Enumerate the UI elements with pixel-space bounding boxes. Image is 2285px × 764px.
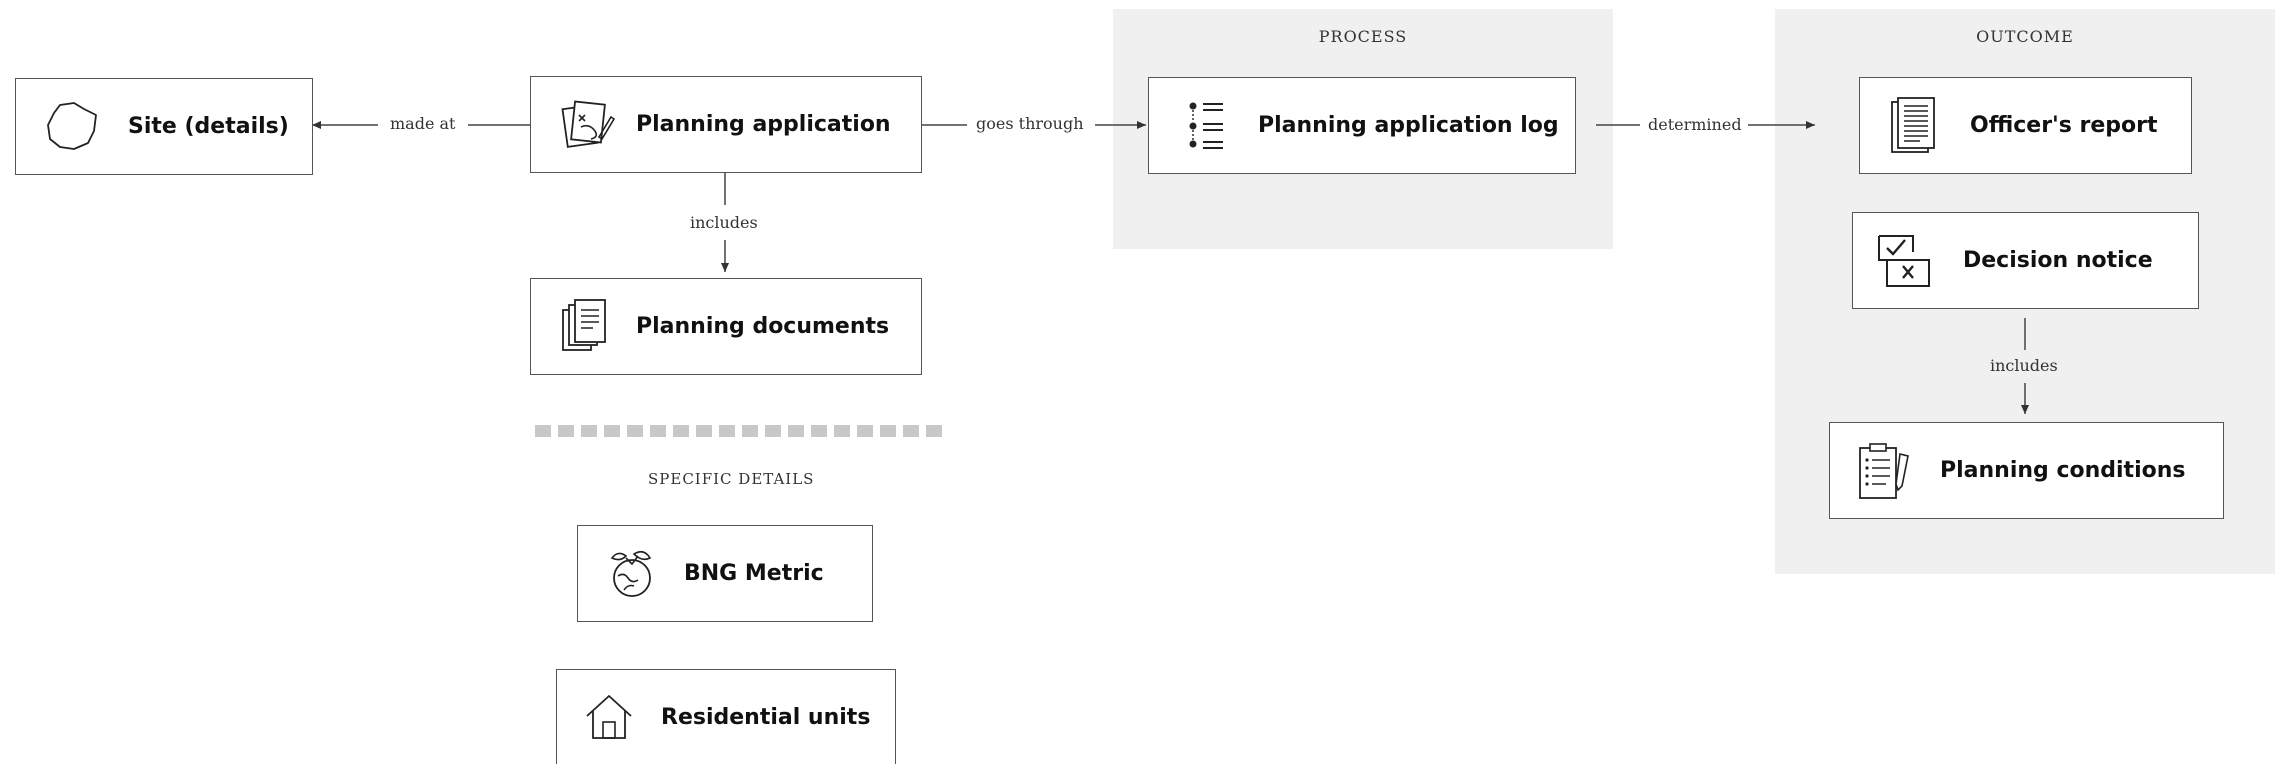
node-planning-conditions-label: Planning conditions (1940, 458, 2186, 483)
house-icon (586, 695, 632, 739)
node-bng-metric-label: BNG Metric (684, 561, 824, 586)
clipboard-pen-icon (1859, 442, 1909, 499)
node-residential-units-label: Residential units (661, 704, 871, 730)
decision-check-cross-icon (1878, 234, 1930, 287)
node-site-details-label: Site (details) (128, 114, 289, 139)
edge-label-includes-documents: includes (690, 213, 758, 232)
node-decision-notice: Decision notice (1852, 212, 2199, 309)
node-planning-application: Planning application (530, 76, 922, 173)
edge-label-determined: determined (1648, 115, 1742, 134)
edge-label-made-at: made at (390, 114, 456, 133)
edge-label-goes-through: goes through (976, 114, 1084, 133)
node-planning-application-label: Planning application (636, 112, 891, 137)
node-site-details: Site (details) (15, 78, 313, 175)
node-planning-documents: Planning documents (530, 278, 922, 375)
node-planning-conditions: Planning conditions (1829, 422, 2224, 519)
node-planning-application-log-label: Planning application log (1258, 113, 1559, 138)
node-officers-report-label: Officer's report (1970, 113, 2158, 138)
planning-application-icon (561, 100, 615, 148)
node-planning-application-log: Planning application log (1148, 77, 1576, 174)
report-document-icon (1891, 96, 1935, 153)
node-planning-documents-label: Planning documents (636, 314, 890, 339)
edge-label-includes-conditions: includes (1990, 356, 2058, 375)
node-residential-units: Residential units (556, 669, 896, 764)
node-decision-notice-label: Decision notice (1963, 248, 2153, 273)
globe-biodiversity-icon (610, 550, 652, 597)
node-bng-metric: BNG Metric (577, 525, 873, 622)
node-officers-report: Officer's report (1859, 77, 2192, 174)
documents-stack-icon (562, 298, 606, 351)
list-log-icon (1189, 102, 1223, 149)
section-title-specific-details: SPECIFIC DETAILS (648, 470, 815, 488)
site-boundary-icon (47, 101, 97, 150)
